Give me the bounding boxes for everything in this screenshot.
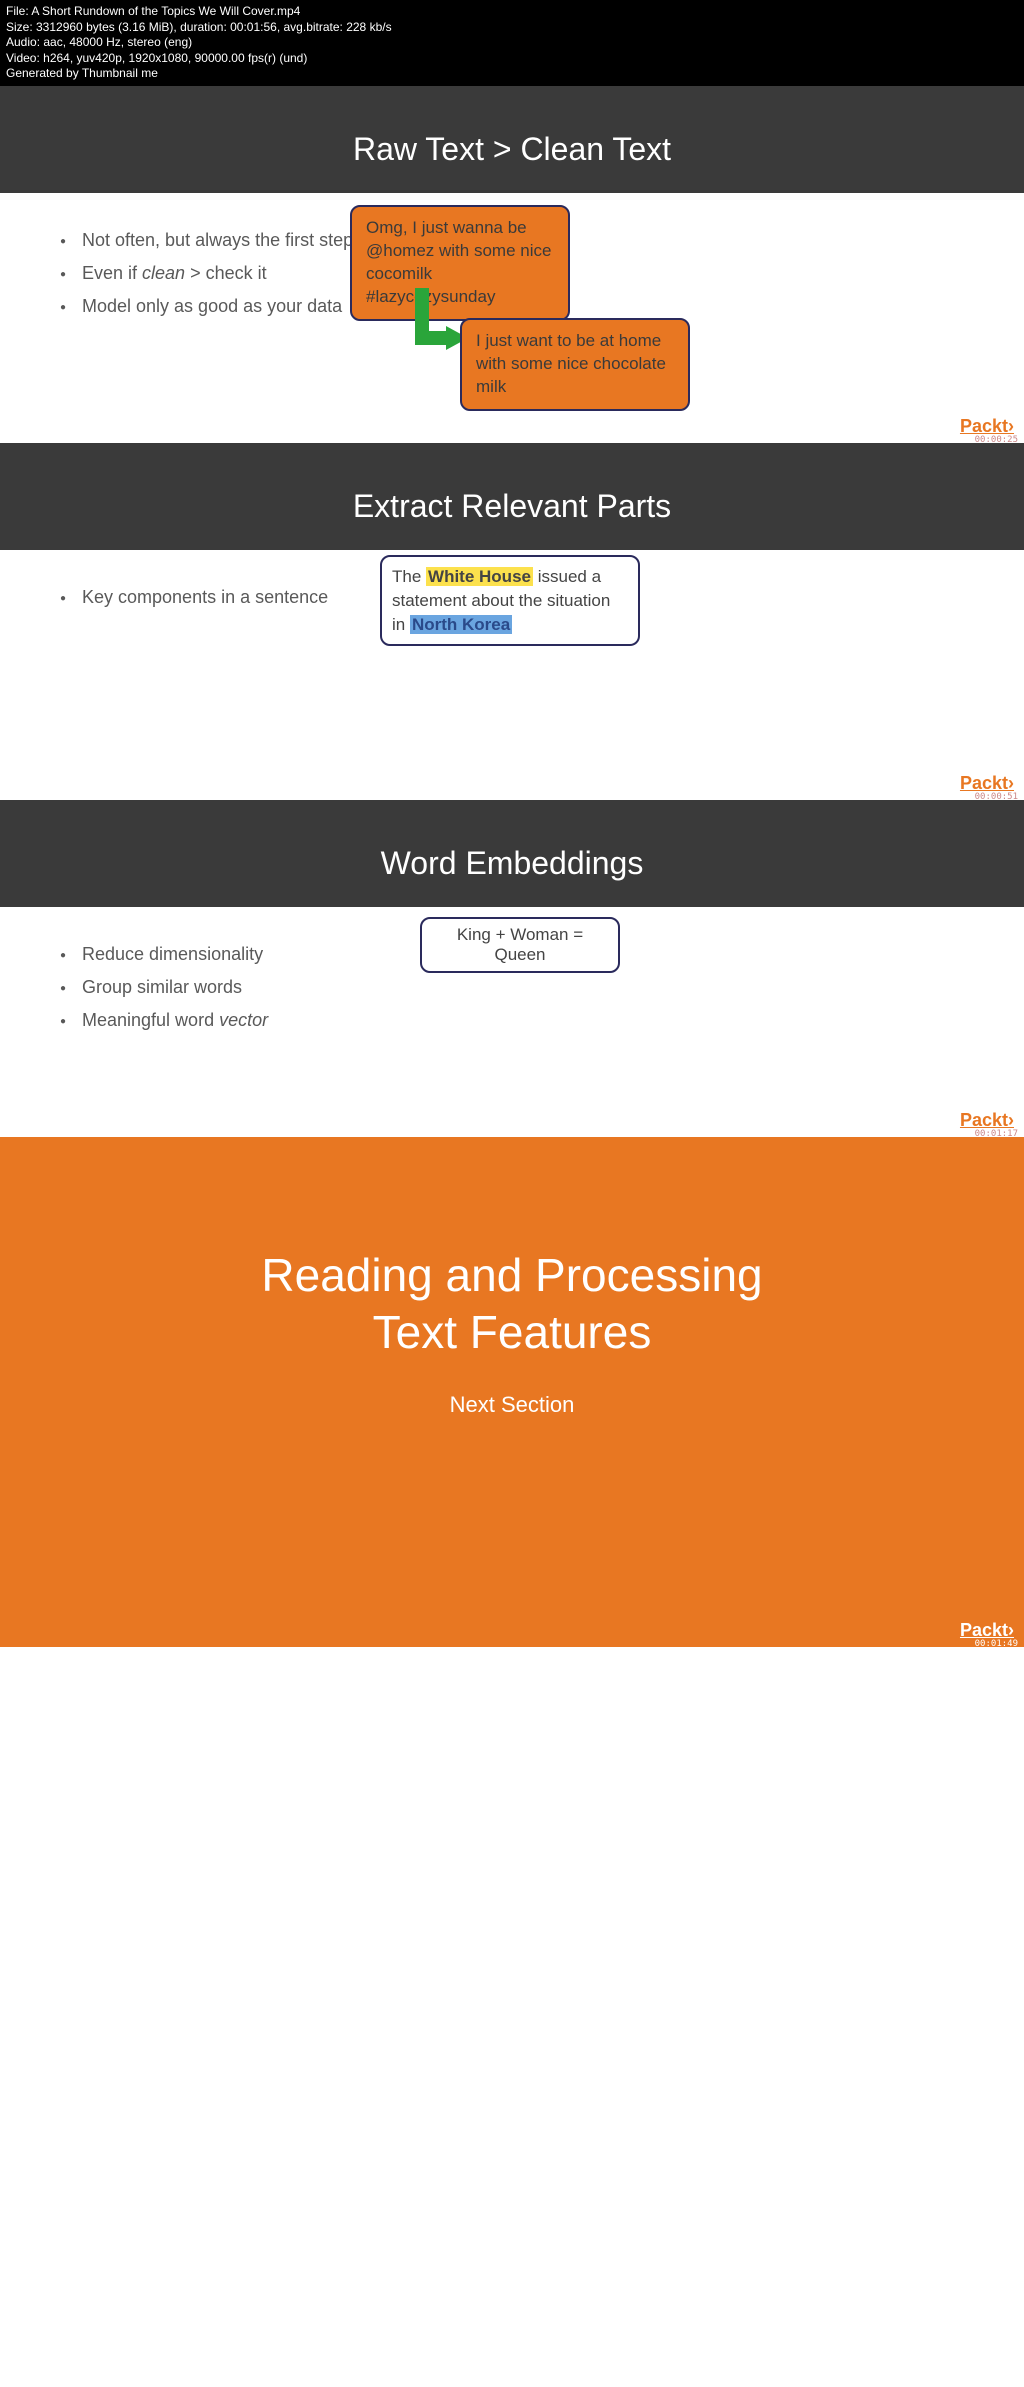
slide-body: Key components in a sentence The White H…	[0, 550, 1024, 800]
bullet-text: Even if	[82, 263, 142, 283]
entity-text: The	[392, 567, 426, 586]
speech-bubble-clean: I just want to be at home with some nice…	[460, 318, 690, 411]
slide-title: Extract Relevant Parts	[0, 443, 1024, 550]
meta-generated: Generated by Thumbnail me	[6, 66, 1018, 82]
slide-body: Not often, but always the first step Eve…	[0, 193, 1024, 443]
slide-body: Reduce dimensionality Group similar word…	[0, 907, 1024, 1137]
packt-logo: Packt›	[960, 773, 1014, 794]
final-title-line2: Text Features	[373, 1306, 652, 1358]
bullet-text: Model only as good as your data	[82, 296, 342, 316]
packt-logo: Packt›	[960, 1620, 1014, 1641]
bullet-text: Meaningful word	[82, 1010, 219, 1030]
final-title: Reading and Processing Text Features	[40, 1247, 984, 1362]
final-title-line1: Reading and Processing	[261, 1249, 762, 1301]
bullet-text-italic: vector	[219, 1010, 268, 1030]
bullet-text: Group similar words	[82, 977, 242, 997]
bullet-text: Reduce dimensionality	[82, 944, 263, 964]
file-metadata: File: A Short Rundown of the Topics We W…	[0, 0, 1024, 86]
final-subtitle: Next Section	[40, 1392, 984, 1418]
entity-highlight-blue: North Korea	[410, 615, 512, 634]
timestamp: 00:01:49	[975, 1639, 1018, 1649]
slide-extract: Extract Relevant Parts Key components in…	[0, 443, 1024, 800]
slide-title: Word Embeddings	[0, 800, 1024, 907]
entity-example-box: The White House issued a statement about…	[380, 555, 640, 646]
bullet-text: Not often, but always the first step	[82, 230, 353, 250]
slide-next-section: Reading and Processing Text Features Nex…	[0, 1137, 1024, 1647]
meta-video: Video: h264, yuv420p, 1920x1080, 90000.0…	[6, 51, 1018, 67]
meta-size: Size: 3312960 bytes (3.16 MiB), duration…	[6, 20, 1018, 36]
meta-file: File: A Short Rundown of the Topics We W…	[6, 4, 1018, 20]
bullet-text: > check it	[185, 263, 267, 283]
slide-raw-text: Raw Text > Clean Text Not often, but alw…	[0, 86, 1024, 443]
bullet-text-italic: clean	[142, 263, 185, 283]
bullet-text: Key components in a sentence	[82, 587, 328, 607]
bullet-item: Group similar words	[60, 977, 964, 998]
slide-title: Raw Text > Clean Text	[0, 86, 1024, 193]
equation-box: King + Woman = Queen	[420, 917, 620, 973]
slide-embeddings: Word Embeddings Reduce dimensionality Gr…	[0, 800, 1024, 1137]
meta-audio: Audio: aac, 48000 Hz, stereo (eng)	[6, 35, 1018, 51]
packt-logo: Packt›	[960, 416, 1014, 437]
entity-highlight-yellow: White House	[426, 567, 533, 586]
bullet-item: Meaningful word vector	[60, 1010, 964, 1031]
packt-logo: Packt›	[960, 1110, 1014, 1131]
